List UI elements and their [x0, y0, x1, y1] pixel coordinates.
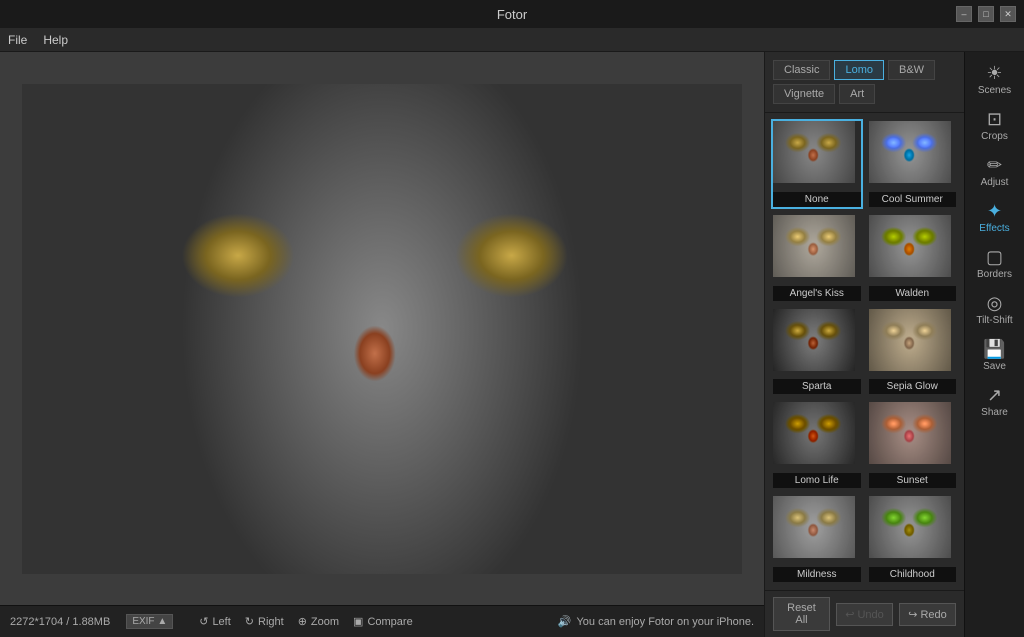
close-button[interactable]: ✕	[1000, 6, 1016, 22]
effect-label-angels-kiss: Angel's Kiss	[773, 286, 861, 301]
right-sidebar: ☀ Scenes ⊡ Crops ✏ Adjust ✦ Effects ▢ Borders ◎ Til…	[964, 52, 1024, 637]
effect-mildness[interactable]: Mildness	[771, 494, 863, 584]
reset-all-button[interactable]: Reset All	[773, 597, 830, 631]
sidebar-crops[interactable]: ⊡ Crops	[968, 104, 1022, 148]
effect-none[interactable]: None	[771, 119, 863, 209]
sidebar-label-adjust: Adjust	[981, 177, 1009, 188]
effects-grid: None Cool Summer Angel's Kiss Walden Sparta S…	[765, 113, 964, 590]
effect-label-childhood: Childhood	[869, 567, 957, 582]
undo-button[interactable]: ↩ Undo	[836, 603, 893, 626]
tilt-shift-icon: ◎	[987, 294, 1003, 312]
rotate-right-button[interactable]: ↻ Right	[245, 615, 284, 628]
panel-bottom: Reset All ↩ Undo ↪ Redo	[765, 590, 964, 637]
image-container	[0, 52, 764, 605]
effect-walden[interactable]: Walden	[867, 213, 959, 303]
sidebar-borders[interactable]: ▢ Borders	[968, 242, 1022, 286]
effect-sunset[interactable]: Sunset	[867, 400, 959, 490]
status-bar: 2272*1704 / 1.88MB EXIF ▲ ↺ Left ↻ Right…	[0, 605, 764, 637]
effect-label-walden: Walden	[869, 286, 957, 301]
save-icon: 💾	[983, 340, 1005, 358]
effect-label-lomo-life: Lomo Life	[773, 473, 861, 488]
effect-angels-kiss[interactable]: Angel's Kiss	[771, 213, 863, 303]
sidebar-scenes[interactable]: ☀ Scenes	[968, 58, 1022, 102]
effects-panel: ClassicLomoB&W VignetteArt None Cool Summe…	[764, 52, 964, 637]
effect-sepia-glow[interactable]: Sepia Glow	[867, 307, 959, 397]
effect-lomo-life[interactable]: Lomo Life	[771, 400, 863, 490]
canvas-area: 2272*1704 / 1.88MB EXIF ▲ ↺ Left ↻ Right…	[0, 52, 764, 637]
window-controls: – □ ✕	[956, 6, 1016, 22]
filter-tab-bw[interactable]: B&W	[888, 60, 935, 80]
redo-icon: ↪	[908, 609, 920, 621]
status-message: 🔊 You can enjoy Fotor on your iPhone.	[558, 615, 754, 628]
sidebar-tilt-shift[interactable]: ◎ Tilt-Shift	[968, 288, 1022, 332]
rotate-left-button[interactable]: ↺ Left	[199, 615, 231, 628]
filter-tab-lomo[interactable]: Lomo	[834, 60, 884, 80]
compare-icon: ▣	[353, 615, 363, 628]
zoom-icon: ⊕	[298, 615, 307, 628]
effect-label-sepia-glow: Sepia Glow	[869, 379, 957, 394]
effect-sparta[interactable]: Sparta	[771, 307, 863, 397]
compare-button[interactable]: ▣ Compare	[353, 615, 413, 628]
sidebar-effects[interactable]: ✦ Effects	[968, 196, 1022, 240]
borders-icon: ▢	[986, 248, 1003, 266]
effect-cool-summer[interactable]: Cool Summer	[867, 119, 959, 209]
effect-label-cool-summer: Cool Summer	[869, 192, 957, 207]
main-layout: 2272*1704 / 1.88MB EXIF ▲ ↺ Left ↻ Right…	[0, 52, 1024, 637]
menu-help[interactable]: Help	[43, 33, 68, 47]
exif-button[interactable]: EXIF ▲	[126, 614, 173, 629]
sidebar-share[interactable]: ↗ Share	[968, 380, 1022, 424]
sidebar-label-effects: Effects	[979, 223, 1009, 234]
zoom-button[interactable]: ⊕ Zoom	[298, 615, 339, 628]
rotate-right-icon: ↻	[245, 615, 254, 628]
app-title: Fotor	[497, 7, 527, 22]
image-dimensions: 2272*1704 / 1.88MB	[10, 616, 110, 628]
sidebar-save[interactable]: 💾 Save	[968, 334, 1022, 378]
sidebar-adjust[interactable]: ✏ Adjust	[968, 150, 1022, 194]
sidebar-label-tilt-shift: Tilt-Shift	[976, 315, 1012, 326]
sidebar-label-scenes: Scenes	[978, 85, 1011, 96]
minimize-button[interactable]: –	[956, 6, 972, 22]
redo-button[interactable]: ↪ Redo	[899, 603, 956, 626]
sidebar-label-save: Save	[983, 361, 1006, 372]
filter-tab-classic[interactable]: Classic	[773, 60, 830, 80]
filter-tab-art[interactable]: Art	[839, 84, 875, 104]
effect-label-sunset: Sunset	[869, 473, 957, 488]
menu-bar: File Help	[0, 28, 1024, 52]
sidebar-label-crops: Crops	[981, 131, 1008, 142]
menu-file[interactable]: File	[8, 33, 27, 47]
rotate-left-icon: ↺	[199, 615, 208, 628]
speaker-icon: 🔊	[558, 615, 572, 628]
adjust-icon: ✏	[987, 156, 1002, 174]
effect-label-mildness: Mildness	[773, 567, 861, 582]
effects-icon: ✦	[987, 202, 1002, 220]
sidebar-label-borders: Borders	[977, 269, 1012, 280]
effect-childhood[interactable]: Childhood	[867, 494, 959, 584]
status-actions: ↺ Left ↻ Right ⊕ Zoom ▣ Compare	[199, 615, 412, 628]
crops-icon: ⊡	[987, 110, 1002, 128]
effect-label-none: None	[773, 192, 861, 207]
filter-tab-vignette[interactable]: Vignette	[773, 84, 835, 104]
scenes-icon: ☀	[986, 64, 1002, 82]
share-icon: ↗	[987, 386, 1002, 404]
cat-image	[22, 84, 742, 574]
filter-tabs: ClassicLomoB&W VignetteArt	[765, 52, 964, 113]
sidebar-label-share: Share	[981, 407, 1008, 418]
effect-label-sparta: Sparta	[773, 379, 861, 394]
title-bar: Fotor – □ ✕	[0, 0, 1024, 28]
undo-icon: ↩	[845, 609, 857, 621]
maximize-button[interactable]: □	[978, 6, 994, 22]
